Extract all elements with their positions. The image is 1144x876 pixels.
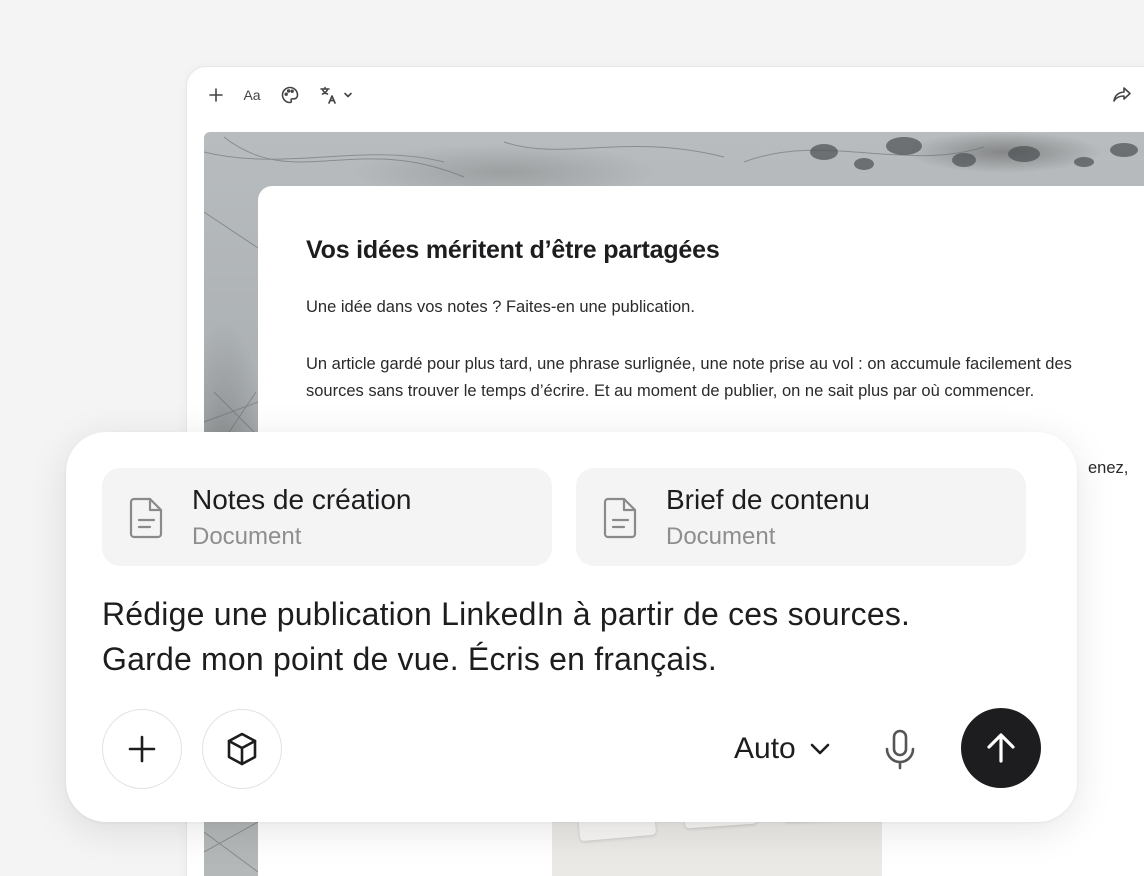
theme-button[interactable] <box>279 84 301 106</box>
palette-icon <box>281 86 299 104</box>
document-toolbar: Aa <box>187 67 1144 123</box>
add-block-button[interactable] <box>205 84 227 106</box>
microphone-icon <box>885 729 915 770</box>
attachment-name: Notes de création <box>192 484 412 515</box>
voice-input-button[interactable] <box>881 728 919 775</box>
translate-icon <box>320 86 336 104</box>
plus-icon <box>209 88 223 102</box>
translate-button[interactable] <box>317 84 355 106</box>
attachment-card[interactable]: Brief de contenu Document <box>576 468 1026 566</box>
share-button[interactable] <box>1111 84 1133 106</box>
attachment-type: Document <box>666 523 776 550</box>
chevron-down-icon <box>344 92 352 98</box>
chat-composer: Notes de création Document Brief de cont… <box>66 432 1077 822</box>
document-paragraph-fragment: enez, <box>1088 459 1129 477</box>
document-icon <box>602 496 640 545</box>
document-paragraph: Une idée dans vos notes ? Faites-en une … <box>306 298 695 316</box>
add-attachment-button[interactable] <box>102 709 182 789</box>
attachment-name: Brief de contenu <box>666 484 870 515</box>
plus-icon <box>128 735 156 763</box>
stage: Aa Vos idées méritent d’être partagées U… <box>0 0 1144 876</box>
cube-icon <box>227 732 257 766</box>
prompt-line: Garde mon point de vue. Écris en françai… <box>102 641 717 677</box>
model-selector[interactable]: Auto <box>734 724 830 774</box>
text-style-button[interactable]: Aa <box>239 84 265 106</box>
text-style-label: Aa <box>243 87 261 103</box>
arrow-up-icon <box>987 733 1015 763</box>
attachment-card[interactable]: Notes de création Document <box>102 468 552 566</box>
prompt-line: Rédige une publication LinkedIn à partir… <box>102 596 911 632</box>
attachment-type: Document <box>192 523 302 550</box>
model-label: Auto <box>734 732 796 765</box>
document-title: Vos idées méritent d’être partagées <box>306 236 720 264</box>
send-button[interactable] <box>961 708 1041 788</box>
document-icon <box>128 496 166 545</box>
chevron-down-icon <box>810 743 830 755</box>
prompt-input[interactable]: Rédige une publication LinkedIn à partir… <box>102 592 1052 682</box>
document-paragraph: Un article gardé pour plus tard, une phr… <box>306 355 1072 400</box>
share-icon <box>1113 87 1131 102</box>
tools-button[interactable] <box>202 709 282 789</box>
